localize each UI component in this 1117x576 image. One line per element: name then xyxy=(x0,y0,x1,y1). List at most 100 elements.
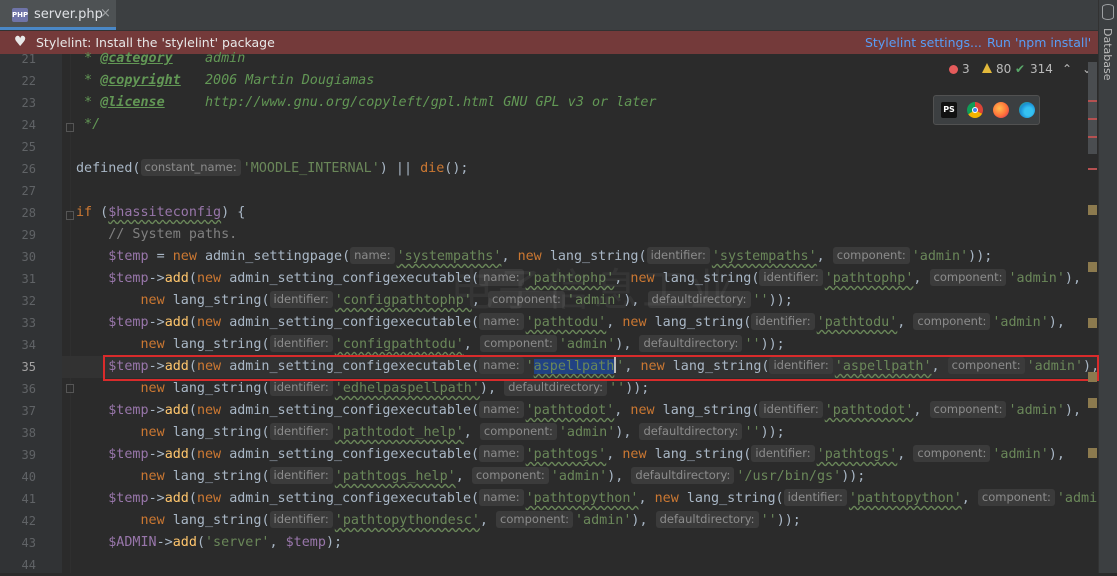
line-number: 26 xyxy=(21,162,36,176)
param-hint: name: xyxy=(479,401,524,418)
line-number: 32 xyxy=(21,294,36,308)
line-number: 36 xyxy=(21,382,36,396)
stylelint-settings-link[interactable]: Stylelint settings... xyxy=(865,35,982,50)
database-panel-label[interactable]: Database xyxy=(1101,28,1114,81)
chrome-icon[interactable] xyxy=(967,102,983,118)
param-hint: component: xyxy=(913,313,991,330)
code-line-41: $temp->add(new admin_setting_configexecu… xyxy=(108,489,1098,506)
run-npm-install-link[interactable]: Run 'npm install' xyxy=(987,35,1091,50)
code-line-26: defined(constant_name: 'MOODLE_INTERNAL')… xyxy=(76,159,469,176)
warning-count: 80 xyxy=(996,62,1012,76)
code-line-40: new lang_string(identifier:'pathtogs_hel… xyxy=(140,467,866,484)
line-number: 31 xyxy=(21,272,36,286)
code-line-39: $temp->add(new admin_setting_configexecu… xyxy=(108,445,1065,462)
fold-marker[interactable] xyxy=(66,211,74,220)
warning-stripe-mark[interactable] xyxy=(1088,262,1097,272)
line-number: 41 xyxy=(21,492,36,506)
line-number: 24 xyxy=(21,118,36,132)
warning-stripe-mark[interactable] xyxy=(1088,448,1097,458)
param-hint: name: xyxy=(479,445,524,462)
line-number: 27 xyxy=(21,184,36,198)
close-icon[interactable]: × xyxy=(100,6,111,21)
param-hint: identifier: xyxy=(751,445,815,462)
param-hint: identifier: xyxy=(269,291,333,308)
param-hint: identifier: xyxy=(269,511,333,528)
param-hint: component: xyxy=(479,423,557,440)
param-hint: identifier: xyxy=(759,269,823,286)
code-line-34: new lang_string(identifier:'configpathto… xyxy=(140,335,785,352)
param-hint: component: xyxy=(471,467,549,484)
param-hint: component: xyxy=(479,335,557,352)
param-hint: component: xyxy=(929,269,1007,286)
line-number: 43 xyxy=(21,536,36,550)
warning-stripe-mark[interactable] xyxy=(1088,205,1097,215)
line-number: 35 xyxy=(21,360,36,374)
code-line-36: new lang_string(identifier:'edhelpaspell… xyxy=(140,379,650,396)
tab-label: server.php xyxy=(34,7,103,22)
scrollbar-thumb[interactable] xyxy=(1088,62,1097,154)
param-hint: identifier: xyxy=(269,335,333,352)
line-number: 25 xyxy=(21,140,36,154)
warning-icon xyxy=(982,63,992,73)
line-number: 34 xyxy=(21,338,36,352)
right-tool-strip: Database xyxy=(1098,0,1117,573)
param-hint: identifier: xyxy=(269,379,333,396)
line-number: 30 xyxy=(21,250,36,264)
param-hint: component: xyxy=(832,247,910,264)
error-stripe-mark[interactable] xyxy=(1088,168,1097,170)
warning-stripe-mark[interactable] xyxy=(1088,372,1097,382)
red-annotation-box xyxy=(103,355,1099,381)
param-hint: identifier: xyxy=(269,423,333,440)
error-icon xyxy=(949,65,958,74)
warning-stripe-mark[interactable] xyxy=(1088,318,1097,328)
error-stripe-mark[interactable] xyxy=(1088,118,1097,120)
code-line-43: $ADMIN->add('server', $temp); xyxy=(108,535,343,550)
error-stripe-mark[interactable] xyxy=(1088,100,1097,102)
line-number: 38 xyxy=(21,426,36,440)
code-line-42: new lang_string(identifier:'pathtopython… xyxy=(140,511,801,528)
fold-marker[interactable] xyxy=(66,123,74,132)
previous-highlight-icon[interactable]: ⌃ xyxy=(1062,62,1072,76)
fold-marker[interactable] xyxy=(66,384,74,393)
line-number: 33 xyxy=(21,316,36,330)
error-count: 3 xyxy=(962,62,970,76)
line-number: 29 xyxy=(21,228,36,242)
line-number: 40 xyxy=(21,470,36,484)
param-hint: component: xyxy=(496,511,573,528)
ok-count: 314 xyxy=(1030,62,1053,76)
code-line-28: if ($hassiteconfig) { xyxy=(76,205,246,220)
code-line-23: * @license http://www.gnu.org/copyleft/g… xyxy=(76,95,657,110)
line-number: 28 xyxy=(21,206,36,220)
php-file-icon: PHP xyxy=(12,8,28,22)
database-icon[interactable] xyxy=(1102,4,1114,20)
watermark-text: 电子信息工业 xyxy=(450,265,738,316)
code-line-37: $temp->add(new admin_setting_configexecu… xyxy=(108,401,1082,418)
param-hint: component: xyxy=(913,445,991,462)
edge-icon[interactable] xyxy=(1019,102,1035,118)
code-line-29: // System paths. xyxy=(76,227,238,242)
line-number: 39 xyxy=(21,448,36,462)
param-hint: identifier: xyxy=(759,401,823,418)
firefox-icon[interactable] xyxy=(993,102,1009,118)
check-icon: ✔ xyxy=(1015,62,1026,76)
line-number: 23 xyxy=(21,96,36,110)
param-hint: identifier: xyxy=(783,489,847,506)
param-hint: name: xyxy=(350,247,395,264)
editor-tab-bar: PHP server.php × xyxy=(0,0,1098,31)
param-hint: component: xyxy=(929,401,1007,418)
warning-stripe-mark[interactable] xyxy=(1088,398,1097,408)
param-hint: defaultdirectory: xyxy=(504,379,608,396)
line-number: 37 xyxy=(21,404,36,418)
param-hint: defaultdirectory: xyxy=(639,423,743,440)
code-line-21: * @category admin xyxy=(76,51,246,66)
code-line-22: * @copyright 2006 Martin Dougiamas xyxy=(76,73,375,88)
phpstorm-icon[interactable]: PS xyxy=(941,102,957,118)
error-stripe-mark[interactable] xyxy=(1088,136,1097,138)
param-hint: defaultdirectory: xyxy=(655,511,759,528)
tab-server-php[interactable]: PHP server.php × xyxy=(0,0,116,30)
param-hint: constant_name: xyxy=(140,159,241,176)
line-number: 22 xyxy=(21,74,36,88)
line-number: 21 xyxy=(21,52,36,66)
code-line-24: */ xyxy=(76,117,101,132)
param-hint: identifier: xyxy=(751,313,815,330)
